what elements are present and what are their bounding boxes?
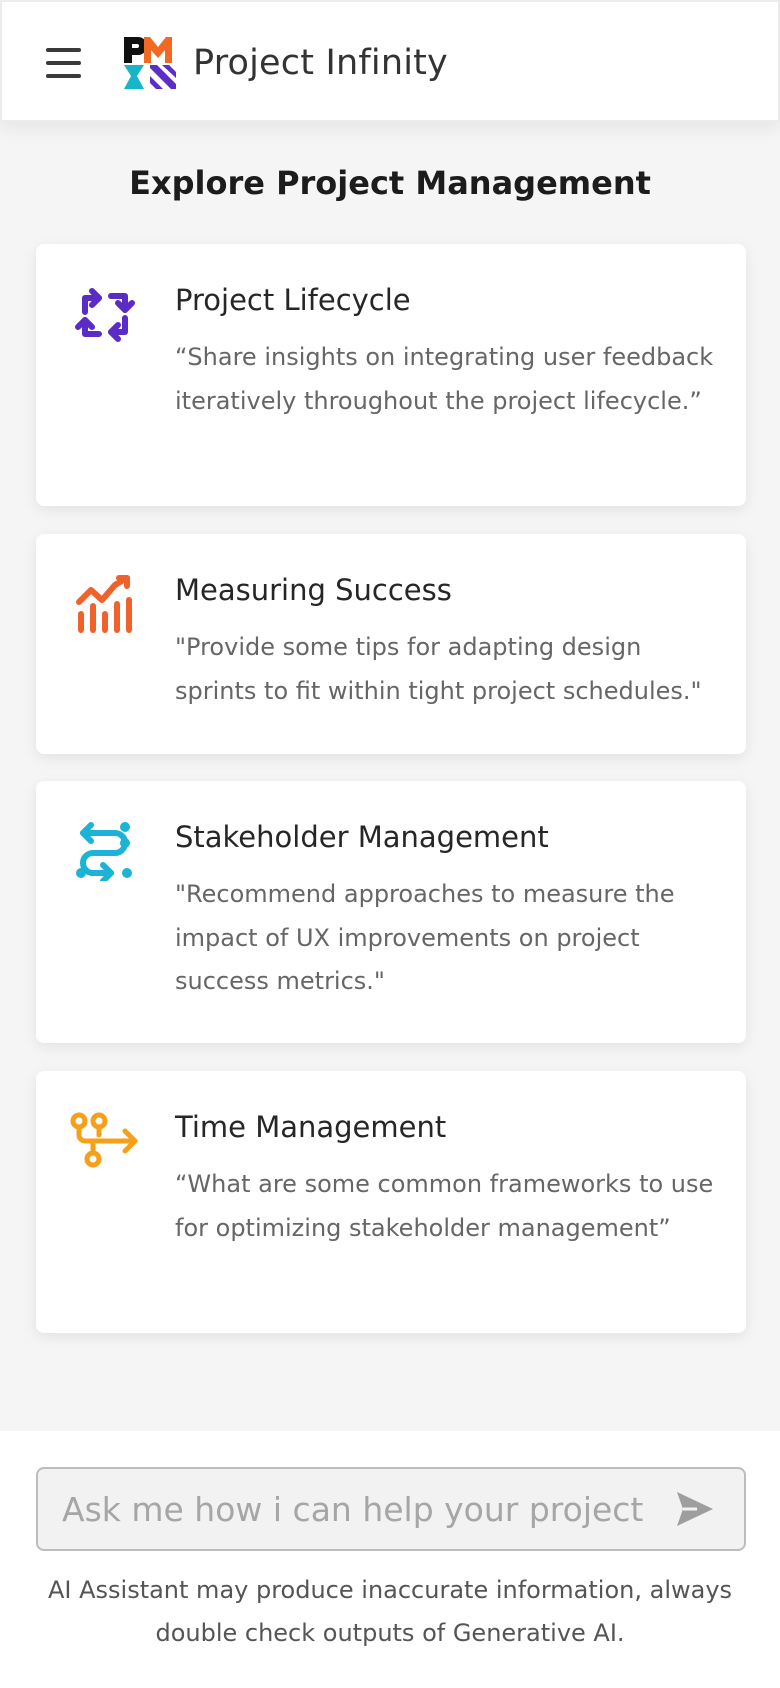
- prompt-input[interactable]: [38, 1469, 658, 1549]
- page-title: Explore Project Management: [129, 164, 651, 202]
- card-project-lifecycle[interactable]: Project Lifecycle “Share insights on int…: [36, 244, 746, 506]
- path-connect-icon: [76, 822, 132, 881]
- card-description: “What are some common frameworks to use …: [175, 1170, 714, 1242]
- app-header: Project Infinity: [0, 0, 780, 122]
- app-title: Project Infinity: [193, 43, 448, 83]
- card-title: Measuring Success: [175, 573, 452, 607]
- chat-footer: AI Assistant may produce inaccurate info…: [0, 1431, 780, 1688]
- pmi-logo-icon: [124, 37, 176, 89]
- prompt-box: [36, 1467, 746, 1551]
- cycle-arrows-icon: [75, 288, 135, 342]
- card-time-management[interactable]: Time Management “What are some common fr…: [36, 1071, 746, 1333]
- disclaimer-text: AI Assistant may produce inaccurate info…: [47, 1576, 733, 1647]
- card-description: "Provide some tips for adapting design s…: [175, 633, 702, 705]
- card-title: Project Lifecycle: [175, 283, 411, 317]
- card-measuring-success[interactable]: Measuring Success "Provide some tips for…: [36, 534, 746, 754]
- card-description: "Recommend approaches to measure the imp…: [175, 880, 675, 995]
- chart-trend-icon: [76, 575, 132, 633]
- hamburger-menu-icon[interactable]: [44, 46, 84, 80]
- card-title: Stakeholder Management: [175, 820, 549, 854]
- send-arrow-icon[interactable]: [673, 1487, 717, 1531]
- card-description: “Share insights on integrating user feed…: [175, 343, 714, 415]
- card-title: Time Management: [175, 1110, 447, 1144]
- card-stakeholder-management[interactable]: Stakeholder Management "Recommend approa…: [36, 781, 746, 1043]
- workflow-nodes-icon: [70, 1112, 138, 1168]
